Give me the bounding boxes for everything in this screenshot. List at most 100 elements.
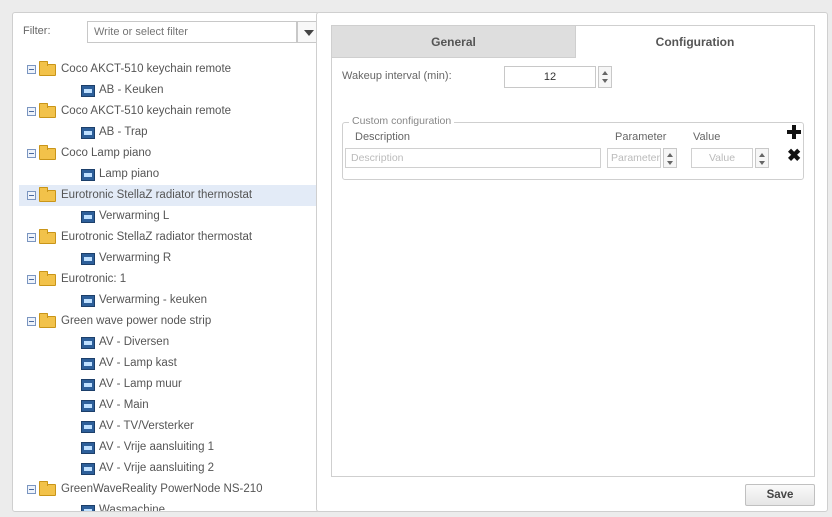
filter-label: Filter: — [23, 25, 51, 37]
tree-node-device[interactable]: Verwarming L — [19, 206, 319, 227]
tree-node-device[interactable]: AB - Keuken — [19, 80, 319, 101]
value-column-header: Value — [693, 131, 721, 143]
collapse-icon[interactable] — [27, 65, 36, 74]
tree-node-label: Lamp piano — [99, 168, 160, 180]
folder-icon — [39, 187, 56, 202]
tab-configuration[interactable]: Configuration — [576, 26, 814, 58]
value-input[interactable]: Value — [691, 148, 753, 168]
device-icon — [81, 505, 95, 511]
tree-node-group[interactable]: Coco Lamp piano — [19, 143, 319, 164]
app-window: Filter: Coco AKCT-510 keychain remote AB … — [0, 0, 832, 517]
filter-input[interactable] — [87, 21, 297, 43]
folder-icon — [39, 103, 56, 118]
tree-node-label: AB - Trap — [99, 126, 148, 138]
tree-node-group[interactable]: GreenWaveReality PowerNode NS-210 — [19, 479, 319, 500]
folder-icon — [39, 481, 56, 496]
tree-node-group[interactable]: Green wave power node strip — [19, 311, 319, 332]
device-icon — [81, 400, 95, 412]
save-button[interactable]: Save — [745, 484, 815, 506]
details-panel: General Configuration Wakeup interval (m… — [316, 12, 828, 512]
tree-node-label: AV - Diversen — [99, 336, 170, 348]
device-icon — [81, 463, 95, 475]
tree-node-device[interactable]: AV - TV/Versterker — [19, 416, 319, 437]
tree-node-device[interactable]: Wasmachine — [19, 500, 319, 512]
device-icon — [81, 295, 95, 307]
description-input[interactable]: Description — [345, 148, 601, 168]
filter-row: Filter: — [23, 21, 319, 43]
device-icon — [81, 253, 95, 265]
value-spinner[interactable] — [755, 148, 769, 168]
tree-node-label: AV - Vrije aansluiting 1 — [99, 441, 215, 453]
device-icon — [81, 337, 95, 349]
spin-down-icon[interactable] — [602, 79, 608, 83]
tree-node-label: AV - Main — [99, 399, 149, 411]
collapse-icon[interactable] — [27, 485, 36, 494]
tree-node-device[interactable]: Verwarming R — [19, 248, 319, 269]
spin-up-icon[interactable] — [759, 153, 765, 157]
device-icon — [81, 442, 95, 454]
tree-node-group[interactable]: Eurotronic: 1 — [19, 269, 319, 290]
device-icon — [81, 85, 95, 97]
tree-node-device[interactable]: AV - Vrije aansluiting 1 — [19, 437, 319, 458]
wakeup-interval-input[interactable]: 12 — [504, 66, 596, 88]
folder-icon — [39, 271, 56, 286]
tree-node-device[interactable]: AV - Lamp kast — [19, 353, 319, 374]
tree-node-label: Coco AKCT-510 keychain remote — [61, 105, 232, 117]
device-icon — [81, 379, 95, 391]
folder-icon — [39, 313, 56, 328]
tree-node-group[interactable]: Eurotronic StellaZ radiator thermostat — [19, 227, 319, 248]
tree-node-device[interactable]: Verwarming - keuken — [19, 290, 319, 311]
tab-general[interactable]: General — [332, 26, 576, 58]
collapse-icon[interactable] — [27, 317, 36, 326]
custom-configuration-legend: Custom configuration — [349, 115, 455, 127]
tree-node-device[interactable]: Lamp piano — [19, 164, 319, 185]
tree-node-label: AV - TV/Versterker — [99, 420, 194, 432]
spin-up-icon[interactable] — [667, 153, 673, 157]
collapse-icon[interactable] — [27, 149, 36, 158]
custom-configuration-group: Custom configuration Description Paramet… — [342, 115, 804, 180]
tree-node-device[interactable]: AB - Trap — [19, 122, 319, 143]
tree-node-label: Green wave power node strip — [61, 315, 212, 327]
spin-up-icon[interactable] — [602, 71, 608, 75]
parameter-column-header: Parameter — [615, 131, 667, 143]
add-row-icon[interactable] — [787, 125, 801, 139]
tree-node-label: Eurotronic StellaZ radiator thermostat — [61, 231, 253, 243]
tabs-container: General Configuration Wakeup interval (m… — [331, 25, 815, 477]
tree-node-label: AV - Vrije aansluiting 2 — [99, 462, 215, 474]
tree-node-label: Eurotronic StellaZ radiator thermostat — [61, 189, 253, 201]
tree-node-label: Eurotronic: 1 — [61, 273, 127, 285]
tree-node-label: GreenWaveReality PowerNode NS-210 — [61, 483, 263, 495]
tree-node-device[interactable]: AV - Lamp muur — [19, 374, 319, 395]
device-icon — [81, 127, 95, 139]
wakeup-interval-spinner[interactable] — [598, 66, 612, 88]
chevron-down-icon — [304, 30, 314, 36]
folder-icon — [39, 145, 56, 160]
parameter-spinner[interactable] — [663, 148, 677, 168]
tree-node-device[interactable]: AV - Diversen — [19, 332, 319, 353]
tree-node-label: Coco Lamp piano — [61, 147, 152, 159]
tree-node-label: Wasmachine — [99, 504, 166, 512]
device-icon — [81, 358, 95, 370]
tree-node-label: Coco AKCT-510 keychain remote — [61, 63, 232, 75]
tree-node-label: Verwarming L — [99, 210, 170, 222]
remove-row-icon[interactable]: ✖ — [787, 147, 801, 164]
spin-down-icon[interactable] — [759, 161, 765, 165]
collapse-icon[interactable] — [27, 107, 36, 116]
parameter-input[interactable]: Parameter — [607, 148, 661, 168]
description-column-header: Description — [355, 131, 411, 143]
spin-down-icon[interactable] — [667, 161, 673, 165]
tree-node-group[interactable]: Coco AKCT-510 keychain remote — [19, 101, 319, 122]
device-tree-panel: Filter: Coco AKCT-510 keychain remote AB … — [12, 12, 320, 512]
tree-node-label: AV - Lamp muur — [99, 378, 182, 390]
device-icon — [81, 169, 95, 181]
collapse-icon[interactable] — [27, 275, 36, 284]
device-icon — [81, 211, 95, 223]
tree-node-group[interactable]: Eurotronic StellaZ radiator thermostat — [19, 185, 319, 206]
wakeup-interval-label: Wakeup interval (min): — [342, 70, 452, 82]
tree-node-label: Verwarming R — [99, 252, 172, 264]
collapse-icon[interactable] — [27, 233, 36, 242]
collapse-icon[interactable] — [27, 191, 36, 200]
tree-node-group[interactable]: Coco AKCT-510 keychain remote — [19, 59, 319, 80]
tree-node-device[interactable]: AV - Vrije aansluiting 2 — [19, 458, 319, 479]
tree-node-device[interactable]: AV - Main — [19, 395, 319, 416]
